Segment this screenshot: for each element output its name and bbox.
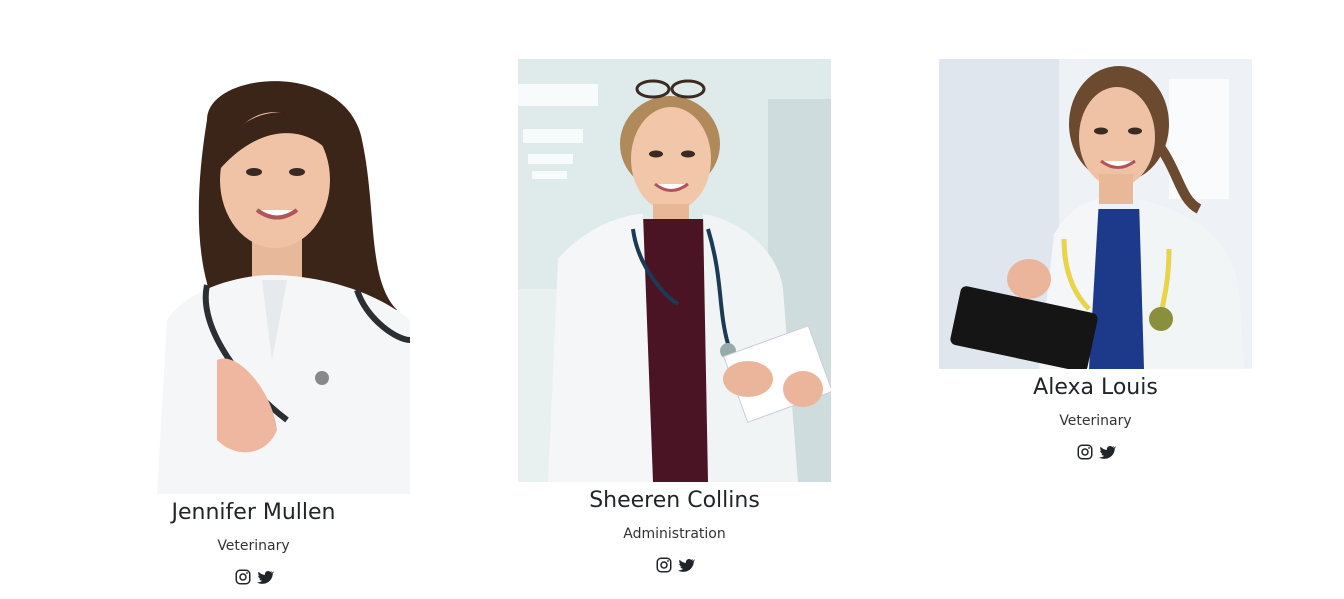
team-section: Jennifer Mullen Veterinary Sheeren Colli… <box>0 0 1344 599</box>
team-card: Alexa Louis Veterinary <box>939 59 1252 463</box>
member-role: Veterinary <box>217 538 290 554</box>
member-role: Administration <box>623 526 726 542</box>
instagram-icon[interactable] <box>654 556 674 576</box>
instagram-icon[interactable] <box>233 568 253 588</box>
social-links <box>97 568 410 588</box>
team-card: Sheeren Collins Administration <box>518 59 831 576</box>
social-links <box>939 443 1252 463</box>
twitter-icon[interactable] <box>676 556 696 576</box>
instagram-icon[interactable] <box>1075 443 1095 463</box>
member-photo <box>939 59 1252 369</box>
twitter-icon[interactable] <box>255 568 275 588</box>
social-links <box>518 556 831 576</box>
member-photo <box>97 60 410 494</box>
member-role: Veterinary <box>1059 413 1132 429</box>
member-name: Alexa Louis <box>1033 375 1158 400</box>
team-card: Jennifer Mullen Veterinary <box>97 60 410 588</box>
twitter-icon[interactable] <box>1097 443 1117 463</box>
member-photo <box>518 59 831 482</box>
member-name: Sheeren Collins <box>589 488 760 513</box>
member-name: Jennifer Mullen <box>171 500 336 525</box>
